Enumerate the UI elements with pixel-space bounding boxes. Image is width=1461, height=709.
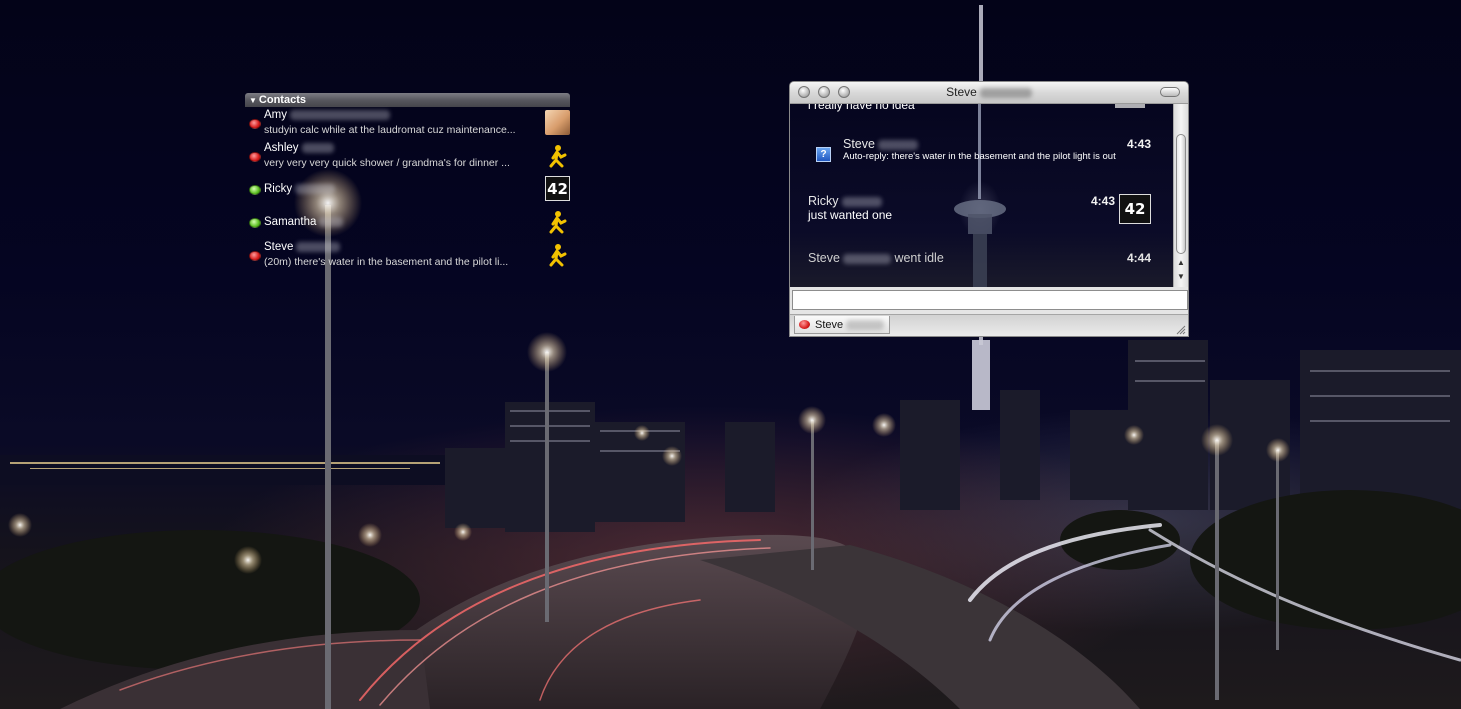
contact-name: Amy bbox=[264, 109, 390, 121]
message-sender: Steve bbox=[843, 137, 1165, 151]
message-input[interactable] bbox=[792, 290, 1188, 310]
chat-window-titlebar[interactable]: Steve bbox=[790, 82, 1188, 104]
chat-window: Steve i really have no idea ? Steve Auto… bbox=[789, 81, 1189, 337]
desktop-wallpaper-city-night bbox=[0, 5, 1461, 709]
number-42-buddy-icon: 42 bbox=[1119, 194, 1151, 224]
message-time: 4:43 bbox=[1126, 137, 1151, 151]
away-status-icon bbox=[799, 320, 810, 329]
aim-running-man-icon bbox=[545, 209, 570, 234]
message-transcript[interactable]: i really have no idea ? Steve Auto-reply… bbox=[790, 104, 1175, 287]
online-status-icon bbox=[249, 185, 261, 195]
tab-label: Steve bbox=[815, 319, 844, 331]
scroll-up-arrow-icon[interactable]: ▲ bbox=[1174, 258, 1188, 267]
contact-name: Samantha bbox=[264, 216, 344, 228]
message-entry: i really have no idea bbox=[808, 104, 1165, 112]
aim-running-man-icon bbox=[545, 242, 570, 267]
contacts-group-label: Contacts bbox=[258, 94, 306, 106]
chat-window-title: Steve bbox=[790, 85, 1188, 99]
away-status-icon bbox=[249, 251, 261, 261]
online-status-icon bbox=[249, 218, 261, 228]
message-time: 4:43 bbox=[1090, 194, 1115, 208]
number-42-buddy-icon bbox=[1115, 104, 1145, 108]
contact-row-steve[interactable]: Steve (20m) there's water in the basemen… bbox=[245, 239, 570, 272]
message-text: just wanted one bbox=[808, 208, 893, 222]
chat-tab-bar: Steve bbox=[790, 314, 1188, 336]
message-entry: ? Steve Auto-reply: there's water in the… bbox=[808, 137, 1165, 162]
contact-status-message: (20m) there's water in the basement and … bbox=[264, 256, 509, 268]
scrollbar-thumb[interactable] bbox=[1176, 134, 1186, 254]
auto-reply-icon: ? bbox=[816, 147, 831, 162]
contact-row-amy[interactable]: Amy studyin calc while at the laudromat … bbox=[245, 107, 570, 140]
contact-row-ashley[interactable]: Ashley very very very quick shower / gra… bbox=[245, 140, 570, 173]
message-text: i really have no idea bbox=[808, 104, 915, 112]
photo-buddy-icon bbox=[545, 110, 570, 135]
number-42-buddy-icon: 42 bbox=[545, 176, 570, 201]
tab-steve[interactable]: Steve bbox=[794, 316, 890, 334]
status-message-entry: Steve went idle 4:44 bbox=[808, 251, 1165, 265]
message-entry: Ricky just wanted one 4:43 42 bbox=[808, 194, 1165, 224]
message-time: 4:44 bbox=[1126, 251, 1151, 265]
resize-grip-icon[interactable] bbox=[1176, 325, 1186, 335]
contact-status-message: very very very quick shower / grandma's … bbox=[264, 157, 510, 169]
contact-list-panel: ▼ Contacts Amy studyin calc while at the … bbox=[245, 93, 570, 272]
disclosure-triangle-icon[interactable]: ▼ bbox=[249, 96, 257, 105]
away-status-icon bbox=[249, 119, 261, 129]
contact-name: Steve bbox=[264, 241, 341, 253]
contact-status-message: studyin calc while at the laudromat cuz … bbox=[264, 124, 516, 136]
scroll-down-arrow-icon[interactable]: ▼ bbox=[1174, 272, 1188, 281]
message-text: Auto-reply: there's water in the basemen… bbox=[843, 151, 1116, 162]
contact-row-samantha[interactable]: Samantha bbox=[245, 206, 570, 239]
contact-row-ricky[interactable]: Ricky 42 bbox=[245, 173, 570, 206]
aim-running-man-icon bbox=[545, 143, 570, 168]
toolbar-toggle-button[interactable] bbox=[1160, 87, 1180, 97]
contact-name: Ashley bbox=[264, 142, 334, 154]
status-event-text: Steve went idle bbox=[808, 251, 944, 265]
contacts-group-header[interactable]: ▼ Contacts bbox=[245, 93, 570, 107]
away-status-icon bbox=[249, 152, 261, 162]
transcript-scrollbar[interactable]: ▲ ▼ bbox=[1173, 104, 1188, 287]
contact-name: Ricky bbox=[264, 183, 336, 195]
